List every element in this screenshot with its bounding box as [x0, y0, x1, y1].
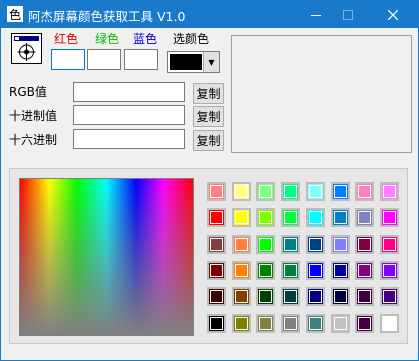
blue-value-input[interactable]	[124, 49, 158, 70]
red-value-input[interactable]	[51, 49, 85, 70]
color-spectrum[interactable]	[19, 178, 194, 336]
color-swatch[interactable]	[281, 235, 300, 254]
color-swatch[interactable]	[232, 314, 251, 333]
color-swatch[interactable]	[306, 182, 325, 201]
red-label: 红色	[54, 32, 79, 46]
color-swatch[interactable]	[281, 182, 300, 201]
color-select-dropdown[interactable]: ▼	[167, 51, 220, 73]
color-swatch[interactable]	[306, 287, 325, 306]
selected-color-swatch	[170, 54, 202, 70]
svg-text:色: 色	[9, 8, 21, 22]
color-swatch[interactable]	[281, 261, 300, 280]
color-swatch[interactable]	[232, 235, 251, 254]
color-swatch[interactable]	[207, 261, 226, 280]
color-swatch[interactable]	[355, 208, 374, 227]
color-swatch[interactable]	[306, 314, 325, 333]
copy-hex-button[interactable]: 复制	[193, 130, 224, 151]
color-swatch[interactable]	[355, 182, 374, 201]
color-swatch[interactable]	[331, 287, 350, 306]
color-swatch[interactable]	[256, 314, 275, 333]
chevron-down-icon: ▼	[208, 57, 215, 67]
color-swatch[interactable]	[281, 314, 300, 333]
color-swatch[interactable]	[256, 208, 275, 227]
maximize-icon	[343, 9, 353, 20]
minimize-button[interactable]	[301, 1, 331, 28]
color-swatch[interactable]	[207, 208, 226, 227]
green-label: 绿色	[95, 32, 120, 46]
copy-rgb-button[interactable]: 复制	[193, 83, 224, 104]
color-swatch[interactable]	[331, 208, 350, 227]
color-swatch[interactable]	[380, 182, 399, 201]
color-swatch[interactable]	[380, 235, 399, 254]
color-swatch[interactable]	[207, 287, 226, 306]
minimize-icon	[311, 14, 321, 16]
spectrum-gray-overlay	[20, 179, 193, 335]
color-swatch[interactable]	[281, 287, 300, 306]
color-swatch[interactable]	[306, 208, 325, 227]
rgb-value-input[interactable]	[73, 82, 185, 102]
title-bar[interactable]: 色 阿杰屏幕颜色获取工具 V1.0	[1, 1, 418, 28]
app-logo-icon: 色	[7, 6, 23, 22]
color-swatch[interactable]	[355, 287, 374, 306]
green-value-input[interactable]	[87, 49, 121, 70]
crosshair-icon	[14, 36, 39, 61]
color-swatch[interactable]	[256, 235, 275, 254]
copy-decimal-button[interactable]: 复制	[193, 106, 224, 127]
select-color-label: 选颜色	[173, 32, 210, 46]
decimal-label: 十进制值	[9, 109, 58, 123]
close-button[interactable]	[378, 1, 408, 28]
window-title: 阿杰屏幕颜色获取工具 V1.0	[28, 9, 186, 24]
color-swatch[interactable]	[232, 287, 251, 306]
dropdown-button[interactable]: ▼	[203, 52, 219, 72]
color-swatch[interactable]	[355, 235, 374, 254]
color-swatch[interactable]	[232, 182, 251, 201]
color-swatch[interactable]	[355, 314, 374, 333]
color-swatch[interactable]	[232, 208, 251, 227]
color-swatch[interactable]	[355, 261, 374, 280]
color-swatch[interactable]	[256, 182, 275, 201]
color-swatch[interactable]	[207, 235, 226, 254]
decimal-value-input[interactable]	[73, 105, 185, 125]
blue-label: 蓝色	[133, 32, 158, 46]
color-swatch[interactable]	[331, 314, 350, 333]
hex-label: 十六进制	[9, 133, 58, 147]
picker-target-button[interactable]	[11, 33, 42, 64]
color-swatch[interactable]	[207, 314, 226, 333]
color-swatch[interactable]	[256, 261, 275, 280]
color-swatch[interactable]	[380, 287, 399, 306]
rgb-label: RGB值	[9, 85, 47, 99]
color-swatch[interactable]	[306, 235, 325, 254]
color-swatch[interactable]	[380, 261, 399, 280]
color-swatch[interactable]	[256, 287, 275, 306]
color-preview	[231, 35, 412, 153]
maximize-button[interactable]	[333, 1, 363, 28]
color-swatch[interactable]	[331, 235, 350, 254]
color-swatch[interactable]	[306, 261, 325, 280]
color-swatch[interactable]	[380, 208, 399, 227]
color-swatch[interactable]	[207, 182, 226, 201]
hex-value-input[interactable]	[73, 129, 185, 149]
color-swatch[interactable]	[380, 314, 399, 333]
color-swatch[interactable]	[331, 261, 350, 280]
color-swatch[interactable]	[232, 261, 251, 280]
color-swatch[interactable]	[331, 182, 350, 201]
close-icon	[388, 9, 398, 20]
color-swatch[interactable]	[281, 208, 300, 227]
